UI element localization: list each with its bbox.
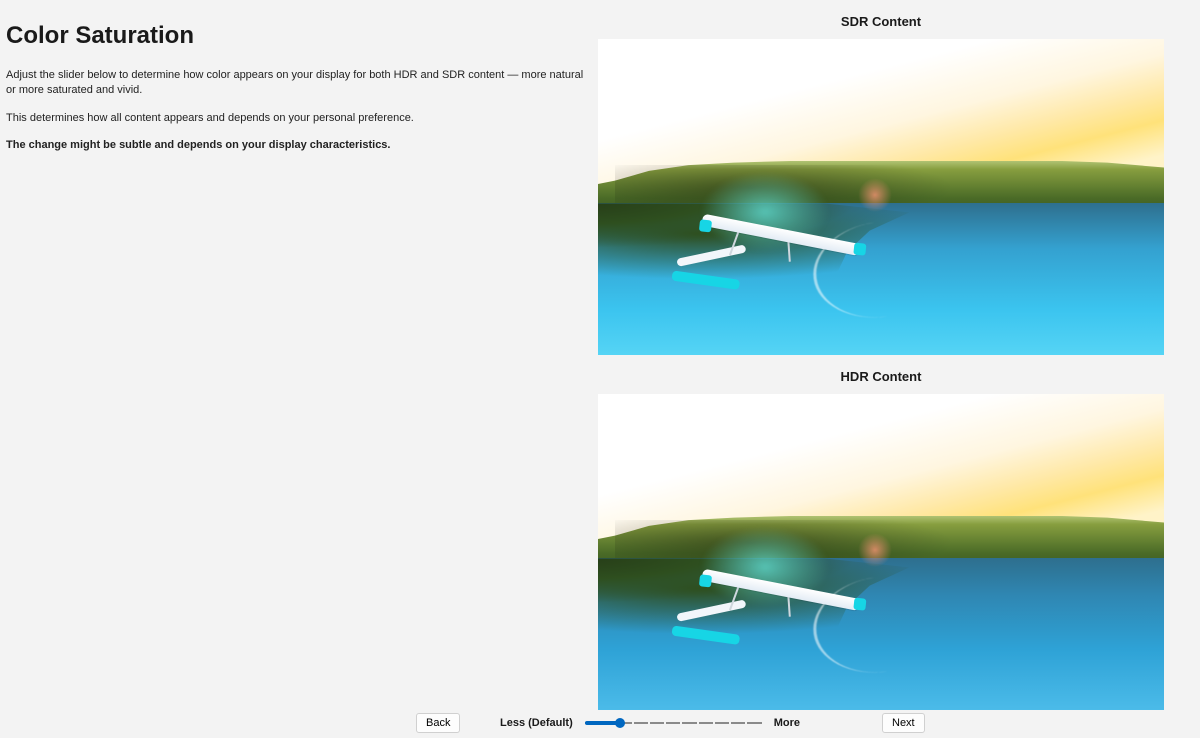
bottom-bar: Back Less (Default) More Next	[0, 708, 1200, 738]
slider-thumb[interactable]	[615, 718, 625, 728]
saturation-slider[interactable]	[585, 716, 762, 730]
hdr-preview-image	[598, 394, 1164, 710]
slider-more-label: More	[774, 717, 800, 729]
sdr-preview-label: SDR Content	[841, 14, 921, 29]
description-paragraph-1: Adjust the slider below to determine how…	[6, 68, 586, 99]
next-button[interactable]: Next	[882, 713, 925, 733]
slider-less-label: Less (Default)	[500, 717, 573, 729]
sdr-preview-image	[598, 39, 1164, 355]
description-paragraph-2: This determines how all content appears …	[6, 111, 586, 126]
page-title: Color Saturation	[6, 22, 586, 50]
back-button[interactable]: Back	[416, 713, 460, 733]
description-paragraph-3: The change might be subtle and depends o…	[6, 138, 586, 153]
hdr-preview-label: HDR Content	[841, 369, 922, 384]
